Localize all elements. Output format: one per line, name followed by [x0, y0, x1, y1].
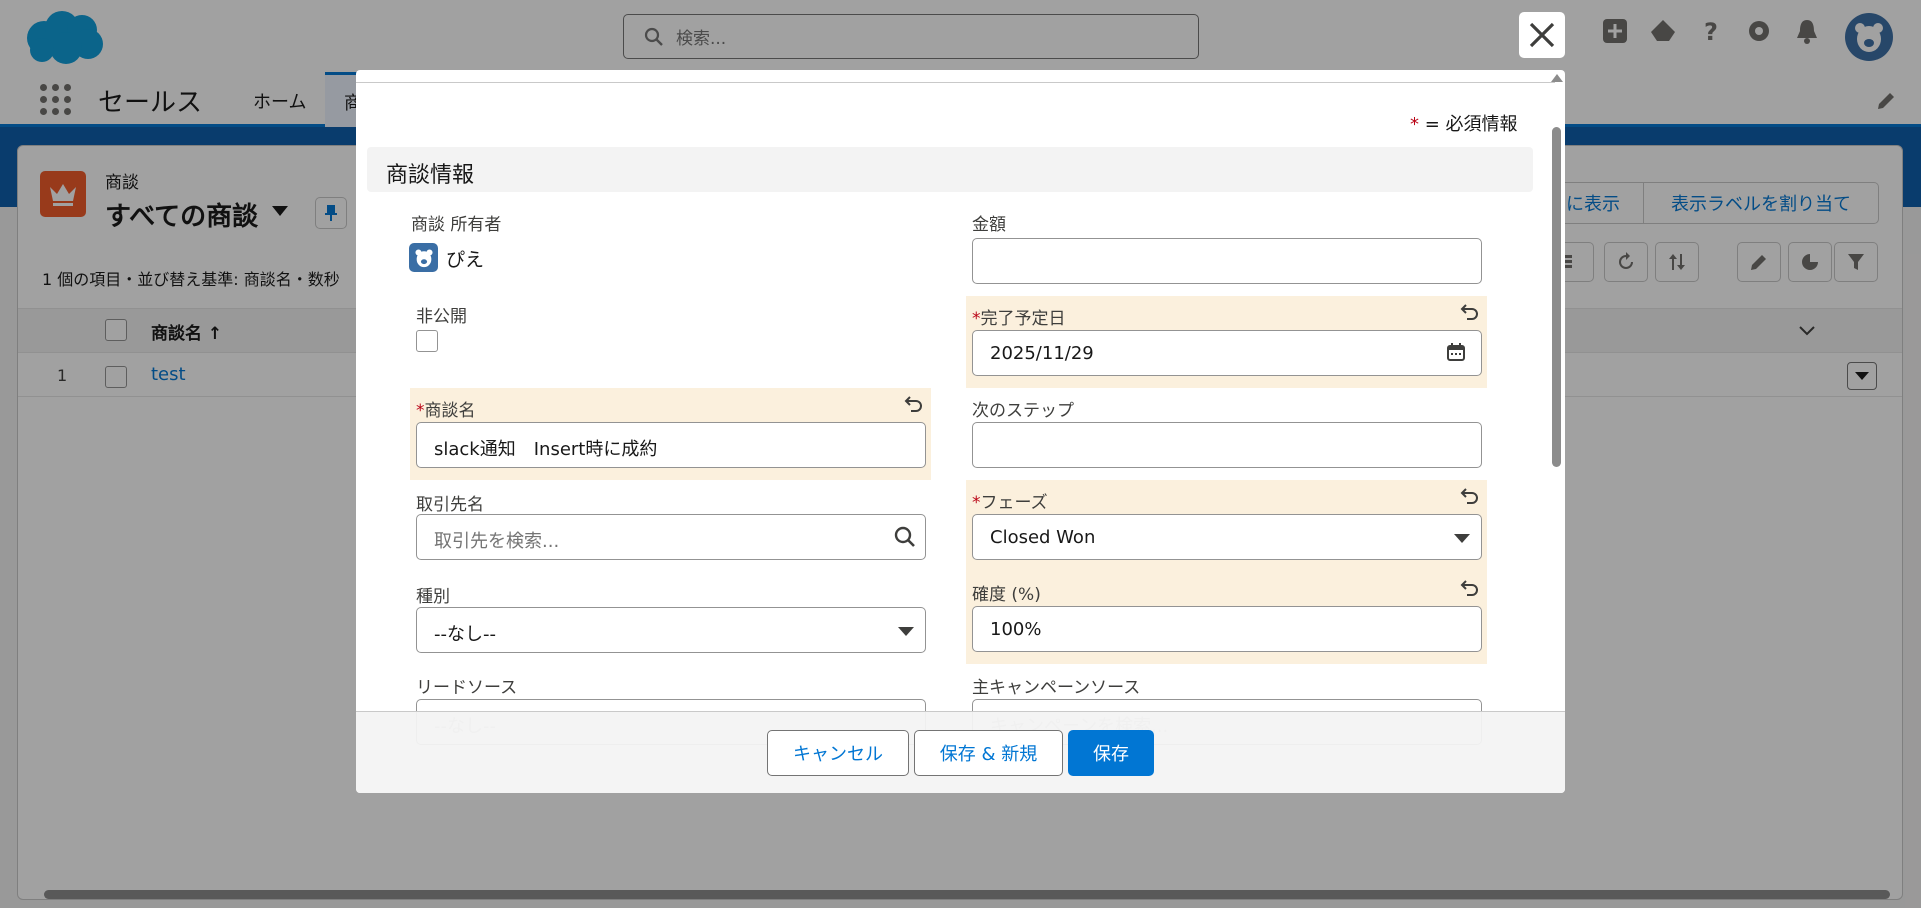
campaign-label: 主キャンペーンソース [972, 678, 1141, 698]
next-step-input[interactable] [972, 422, 1482, 468]
account-search-input[interactable]: 取引先を検索... [416, 514, 926, 560]
opportunity-name-label: *商談名 [416, 401, 476, 421]
close-date-label: *完了予定日 [972, 309, 1066, 329]
bear-avatar-icon [414, 248, 433, 267]
modal-vertical-scrollbar[interactable] [1548, 70, 1565, 793]
new-opportunity-modal: * = 必須情報 商談情報 商談 所有者 ぴえ 非公開 *商談名 slack通知… [356, 70, 1565, 793]
amount-input[interactable] [972, 238, 1482, 284]
type-select[interactable]: --なし-- [416, 607, 926, 653]
stage-chevron-down-icon [1454, 534, 1470, 543]
modal-footer: キャンセル 保存 & 新規 保存 [356, 711, 1565, 793]
owner-label: 商談 所有者 [411, 215, 502, 235]
modal-top-divider [356, 82, 1555, 83]
account-label: 取引先名 [416, 495, 484, 515]
undo-icon[interactable] [904, 394, 924, 414]
save-button[interactable]: 保存 [1068, 730, 1154, 776]
probability-field: 確度 (%) 100% [966, 572, 1487, 664]
undo-icon[interactable] [1460, 302, 1480, 322]
amount-label: 金額 [972, 215, 1006, 235]
required-note-text: = 必須情報 [1424, 114, 1518, 135]
next-step-label: 次のステップ [972, 401, 1074, 421]
required-star: * [1410, 114, 1419, 135]
close-icon [1529, 22, 1555, 48]
opportunity-name-field: *商談名 slack通知 Insert時に成約 [410, 388, 931, 480]
save-and-new-button[interactable]: 保存 & 新規 [914, 730, 1063, 776]
search-icon [894, 526, 915, 547]
calendar-icon[interactable] [1446, 342, 1466, 362]
owner-value[interactable]: ぴえ [446, 245, 484, 272]
section-title[interactable]: 商談情報 [367, 147, 1533, 192]
private-label: 非公開 [416, 307, 467, 327]
opportunity-name-input[interactable]: slack通知 Insert時に成約 [416, 422, 926, 468]
close-modal-button[interactable] [1519, 12, 1565, 58]
owner-avatar [409, 243, 438, 272]
close-date-input[interactable]: 2025/11/29 [972, 330, 1482, 376]
probability-input[interactable]: 100% [972, 606, 1482, 652]
type-chevron-down-icon [898, 627, 914, 636]
stage-field: *フェーズ Closed Won [966, 480, 1487, 572]
required-info-note: * = 必須情報 [1410, 110, 1518, 136]
lead-source-label: リードソース [416, 678, 518, 698]
undo-icon[interactable] [1460, 578, 1480, 598]
undo-icon[interactable] [1460, 486, 1480, 506]
probability-label: 確度 (%) [972, 585, 1041, 605]
stage-label: *フェーズ [972, 493, 1048, 513]
type-label: 種別 [416, 587, 450, 607]
close-date-field: *完了予定日 2025/11/29 [966, 296, 1487, 388]
private-checkbox[interactable] [416, 330, 438, 352]
stage-select[interactable]: Closed Won [972, 514, 1482, 560]
cancel-button[interactable]: キャンセル [767, 730, 909, 776]
